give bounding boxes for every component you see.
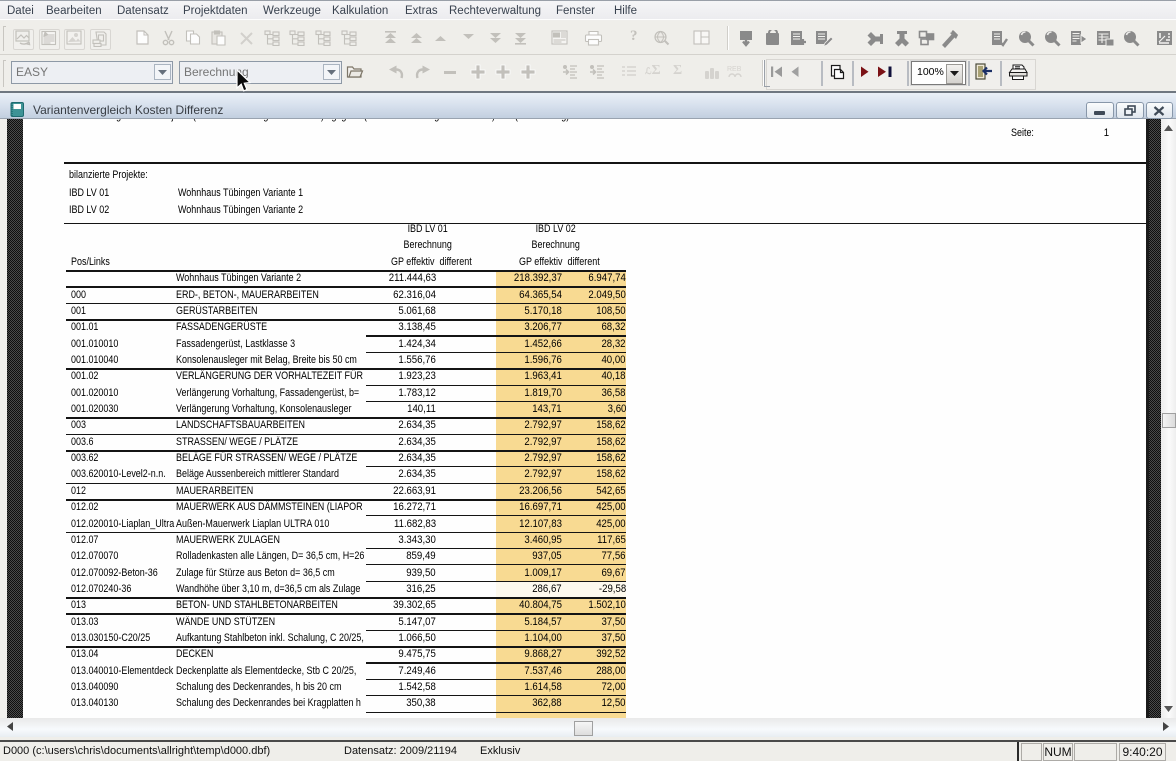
svg-text:REB: REB (727, 66, 742, 73)
